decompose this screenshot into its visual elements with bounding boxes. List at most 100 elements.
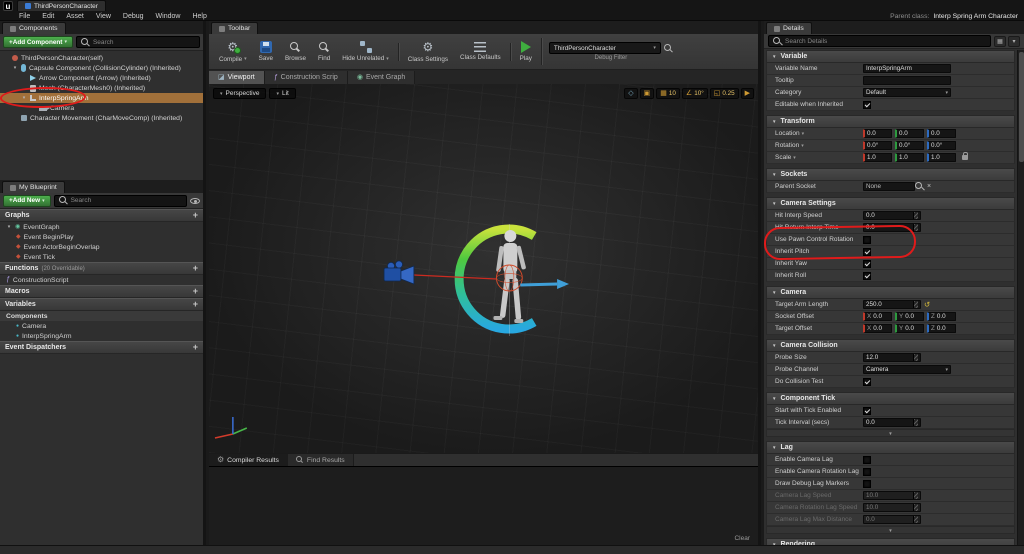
component-tree-item-arrow-component-arrow-inherited[interactable]: Arrow Component (Arrow) (Inherited) bbox=[0, 73, 203, 83]
details-section-header-sockets[interactable]: ▼ Sockets bbox=[766, 168, 1015, 181]
checkbox[interactable] bbox=[863, 247, 871, 256]
component-tree-item-thirdpersoncharacter-self[interactable]: ThirdPersonCharacter(self) bbox=[0, 53, 203, 63]
details-section-header-camera-settings[interactable]: ▼ Camera Settings bbox=[766, 197, 1015, 210]
spinner-handle-icon[interactable] bbox=[913, 354, 918, 361]
number-field[interactable]: 0.0 bbox=[863, 211, 921, 220]
blueprint-section-functions[interactable]: Functions (20 Overridable) + bbox=[0, 262, 203, 275]
add-component-button[interactable]: +Add Component bbox=[3, 36, 73, 48]
perspective-button[interactable]: Perspective bbox=[213, 88, 267, 99]
details-section-header-camera-collision[interactable]: ▼ Camera Collision bbox=[766, 339, 1015, 352]
scrollbar-thumb[interactable] bbox=[1019, 52, 1024, 162]
viewport-options-control[interactable]: ◇ bbox=[624, 88, 638, 99]
add-event-dispatchers-icon[interactable]: + bbox=[193, 343, 198, 352]
blueprint-item-constructionscript[interactable]: ConstructionScript bbox=[0, 275, 203, 285]
surface-snap-control[interactable]: ▣ bbox=[639, 88, 655, 99]
arrow-component-gizmo[interactable] bbox=[520, 279, 570, 289]
offset-x-field[interactable]: X 0.0 bbox=[863, 312, 892, 321]
details-section-header-camera[interactable]: ▼ Camera bbox=[766, 286, 1015, 299]
component-tree-item-interpspringarm[interactable]: ▾ InterpSpringArm bbox=[0, 93, 203, 103]
component-tree-item-mesh-charactermesh0-inherited[interactable]: Mesh (CharacterMesh0) (Inherited) bbox=[0, 83, 203, 93]
component-tree-item-character-movement-charmovecomp-inherited[interactable]: Character Movement (CharMoveComp) (Inher… bbox=[0, 113, 203, 123]
save-button[interactable]: Save bbox=[253, 39, 279, 64]
number-field[interactable]: 10.0 bbox=[863, 503, 921, 512]
offset-z-field[interactable]: Z 0.0 bbox=[927, 312, 956, 321]
hide-unrelated-button[interactable]: Hide Unrelated ▾ bbox=[336, 39, 395, 64]
debug-object-dropdown[interactable]: ThirdPersonCharacter bbox=[548, 42, 661, 54]
details-search-input[interactable] bbox=[785, 37, 986, 45]
tab-details[interactable]: Details bbox=[766, 22, 812, 34]
details-section-header-variable[interactable]: ▼ Variable bbox=[766, 50, 1015, 63]
checkbox[interactable] bbox=[863, 455, 871, 464]
property-matrix-icon[interactable]: ▦ bbox=[994, 35, 1006, 47]
blueprint-section-graphs[interactable]: Graphs + bbox=[0, 209, 203, 222]
checkbox[interactable] bbox=[863, 377, 871, 386]
blueprint-item-interpspringarm[interactable]: InterpSpringArm bbox=[0, 331, 203, 341]
offset-y-field[interactable]: Y 0.0 bbox=[895, 324, 924, 333]
menu-debug[interactable]: Debug bbox=[117, 13, 150, 20]
components-search-input[interactable] bbox=[92, 38, 195, 46]
reset-to-default-icon[interactable]: ↺ bbox=[924, 301, 930, 309]
parent-class-value[interactable]: Interp Spring Arm Character bbox=[933, 13, 1018, 20]
tab-event-graph[interactable]: Event Graph bbox=[347, 71, 416, 84]
blueprint-item-components[interactable]: Components bbox=[0, 311, 203, 321]
lit-button[interactable]: Lit bbox=[269, 88, 296, 99]
checkbox[interactable] bbox=[863, 259, 871, 268]
blueprint-section-event-dispatchers[interactable]: Event Dispatchers + bbox=[0, 341, 203, 354]
lock-icon[interactable] bbox=[962, 152, 968, 160]
display-options-icon[interactable]: ▾ bbox=[1008, 35, 1020, 47]
offset-x-field[interactable]: X 0.0 bbox=[863, 324, 892, 333]
vector-z-field[interactable]: 1.0 bbox=[927, 153, 956, 162]
number-field[interactable]: 250.0 bbox=[863, 300, 921, 309]
find-button[interactable]: Find bbox=[312, 40, 336, 64]
expander-icon[interactable]: ▾ bbox=[12, 65, 18, 71]
checkbox[interactable] bbox=[863, 467, 871, 476]
vector-x-field[interactable]: 0.0° bbox=[863, 141, 892, 150]
vector-z-field[interactable]: 0.0° bbox=[927, 141, 956, 150]
dropdown-field[interactable]: Default ▾ bbox=[863, 88, 951, 97]
socket-clear-icon[interactable]: × bbox=[927, 183, 931, 190]
add-variables-icon[interactable]: + bbox=[193, 300, 198, 309]
checkbox[interactable] bbox=[863, 271, 871, 280]
tab-my-blueprint[interactable]: My Blueprint bbox=[2, 181, 65, 193]
window-tab[interactable]: ThirdPersonCharacter bbox=[17, 0, 106, 11]
spinner-handle-icon[interactable] bbox=[913, 212, 918, 219]
vector-z-field[interactable]: 0.0 bbox=[927, 129, 956, 138]
advanced-expander[interactable]: ▼ bbox=[766, 429, 1015, 437]
vector-x-field[interactable]: 0.0 bbox=[863, 129, 892, 138]
tab-components[interactable]: Components bbox=[2, 22, 66, 34]
menu-edit[interactable]: Edit bbox=[36, 13, 60, 20]
blueprint-item-eventgraph[interactable]: ▾ EventGraph bbox=[0, 222, 203, 232]
add-new-button[interactable]: +Add New bbox=[3, 194, 51, 207]
expander-icon[interactable]: ▾ bbox=[21, 95, 27, 101]
component-tree-item-capsule-component-collisioncylinder-inherited[interactable]: ▾ Capsule Component (CollisionCylinder) (… bbox=[0, 63, 203, 73]
blueprint-item-camera[interactable]: Camera bbox=[0, 321, 203, 331]
vector-x-field[interactable]: 1.0 bbox=[863, 153, 892, 162]
expander-icon[interactable]: ▾ bbox=[6, 224, 12, 230]
dropdown-field[interactable]: Camera ▾ bbox=[863, 365, 951, 374]
add-functions-icon[interactable]: + bbox=[193, 264, 198, 273]
socket-field[interactable]: None bbox=[863, 182, 915, 191]
rotation-snap-control[interactable]: ∠ 10° bbox=[681, 88, 708, 99]
label-dropdown-icon[interactable]: ▾ bbox=[801, 143, 804, 149]
tab-find-results[interactable]: Find Results bbox=[287, 454, 354, 466]
spinner-handle-icon[interactable] bbox=[913, 224, 918, 231]
blueprint-item-event-actorbeginoverlap[interactable]: Event ActorBeginOverlap bbox=[0, 242, 203, 252]
label-dropdown-icon[interactable]: ▾ bbox=[802, 131, 805, 137]
number-field[interactable]: 0.0 bbox=[863, 223, 921, 232]
clear-button[interactable]: Clear bbox=[734, 535, 750, 542]
tab-toolbar[interactable]: Toolbar bbox=[211, 22, 259, 34]
compile-button[interactable]: Compile▾ bbox=[213, 39, 253, 65]
text-field[interactable]: InterpSpringArm bbox=[863, 64, 951, 73]
offset-z-field[interactable]: Z 0.0 bbox=[927, 324, 956, 333]
spinner-handle-icon[interactable] bbox=[913, 492, 918, 499]
viewport[interactable]: Perspective Lit ◇▣▦10∠10°◱0.25▶ bbox=[209, 84, 758, 453]
number-field[interactable]: 12.0 bbox=[863, 353, 921, 362]
vector-y-field[interactable]: 1.0 bbox=[895, 153, 924, 162]
menu-file[interactable]: File bbox=[13, 13, 36, 20]
browse-button[interactable]: Browse bbox=[279, 40, 312, 64]
play-button[interactable]: Play bbox=[514, 39, 538, 64]
debug-search-icon[interactable] bbox=[663, 43, 673, 53]
my-blueprint-search-input[interactable] bbox=[70, 197, 182, 204]
checkbox[interactable] bbox=[863, 100, 871, 109]
grid-snap-control[interactable]: ▦ 10 bbox=[656, 88, 680, 99]
